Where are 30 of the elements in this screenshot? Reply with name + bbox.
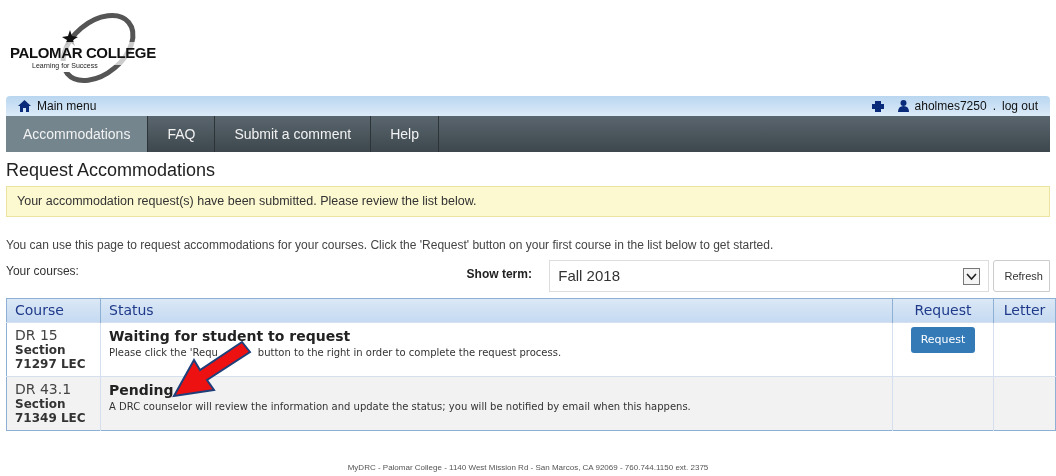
section-label: Section (15, 397, 67, 411)
intro-text: You can use this page to request accommodations for your courses. Click the 'Request' button on your first course in the list below to get started. (6, 237, 775, 254)
status-title: Waiting for student to request (109, 327, 352, 345)
username: aholmes7250 (914, 98, 987, 115)
course-code: DR 43.1 (15, 381, 73, 397)
footer-text: MyDRC - Palomar College - 1140 West Mission Rd - San Marcos, CA 92069 - 760.744.1150 ext. 2375 (346, 462, 710, 474)
separator-dot: . (992, 98, 996, 115)
status-description: A DRC counselor will review the information and update the status; you will be notified by email when this happens. (109, 400, 692, 414)
home-icon (18, 100, 31, 112)
main-menu-link[interactable]: Main menu (18, 97, 97, 115)
success-alert: Your accommodation request(s) have been submitted. Please review the list below. (6, 186, 1050, 217)
user-icon (897, 100, 909, 112)
page-title: Request Accommodations (6, 159, 217, 182)
section-label: Section (15, 343, 67, 357)
status-description: Please click the 'Requ (109, 346, 218, 360)
nav-tab[interactable]: FAQ (148, 116, 216, 152)
section-number: 71349 LEC (15, 411, 87, 425)
refresh-button[interactable]: Refresh (993, 260, 1050, 292)
nav-tab[interactable]: Submit a comment (215, 116, 372, 152)
term-label: Show term: (466, 266, 533, 283)
logout-link[interactable]: log out (1001, 97, 1038, 115)
section-number: 71297 LEC (15, 357, 87, 371)
dropdown-caret-icon (963, 267, 981, 285)
status-description: button to the right in order to complete the request process. (257, 346, 562, 360)
term-select[interactable]: Fall 2018 (549, 260, 990, 292)
course-code: DR 15 (15, 327, 59, 343)
request-button[interactable]: Request (910, 327, 976, 354)
status-title: Pending (109, 381, 175, 399)
courses-label: Your courses: (6, 263, 80, 280)
nav-tab[interactable]: Help (371, 116, 439, 152)
